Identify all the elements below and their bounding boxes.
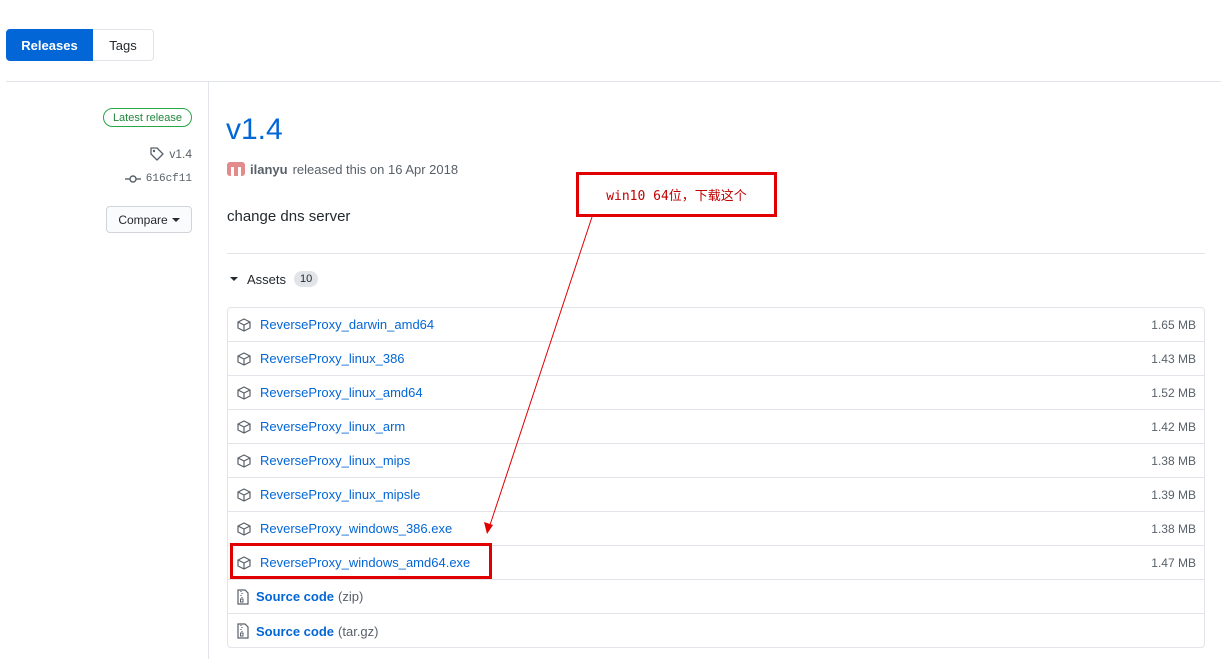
compare-button-label: Compare xyxy=(118,212,168,227)
asset-row: ReverseProxy_linux_386 1.43 MB xyxy=(228,342,1204,376)
release-author[interactable]: ilanyu xyxy=(250,162,288,177)
source-code-link[interactable]: Source code xyxy=(256,589,334,604)
sidebar-commit-label: 616cf11 xyxy=(145,173,192,185)
asset-row: ReverseProxy_darwin_amd64 1.65 MB xyxy=(228,308,1204,342)
file-zip-icon xyxy=(237,623,249,639)
annotation-note: win10 64位，下载这个 xyxy=(576,172,777,217)
asset-row: ReverseProxy_linux_mips 1.38 MB xyxy=(228,444,1204,478)
source-code-link[interactable]: Source code xyxy=(256,624,334,639)
compare-button[interactable]: Compare xyxy=(106,206,192,233)
package-icon xyxy=(237,351,251,366)
asset-link[interactable]: ReverseProxy_linux_amd64 xyxy=(260,385,1151,400)
latest-release-badge: Latest release xyxy=(103,108,192,127)
source-format: (zip) xyxy=(338,589,364,604)
asset-size: 1.38 MB xyxy=(1151,453,1196,468)
asset-size: 1.47 MB xyxy=(1151,555,1196,570)
package-icon xyxy=(237,453,251,468)
asset-link[interactable]: ReverseProxy_darwin_amd64 xyxy=(260,317,1151,332)
source-format: (tar.gz) xyxy=(338,623,379,639)
asset-row: ReverseProxy_windows_386.exe 1.38 MB xyxy=(228,512,1204,546)
asset-row: ReverseProxy_linux_amd64 1.52 MB xyxy=(228,376,1204,410)
sidebar-commit[interactable]: 616cf11 xyxy=(124,173,192,185)
tab-releases[interactable]: Releases xyxy=(6,29,93,61)
source-row: Source code (zip) xyxy=(228,580,1204,614)
asset-row: ReverseProxy_linux_arm 1.42 MB xyxy=(228,410,1204,444)
asset-link[interactable]: ReverseProxy_linux_386 xyxy=(260,351,1151,366)
commit-icon xyxy=(124,175,141,183)
release-date-text: released this on 16 Apr 2018 xyxy=(292,161,459,177)
assets-count-badge: 10 xyxy=(294,271,319,287)
asset-link[interactable]: ReverseProxy_linux_mipsle xyxy=(260,487,1151,502)
asset-row: ReverseProxy_linux_mipsle 1.39 MB xyxy=(228,478,1204,512)
asset-link[interactable]: ReverseProxy_linux_mips xyxy=(260,453,1151,468)
sidebar-divider xyxy=(208,82,209,659)
asset-size: 1.65 MB xyxy=(1151,317,1196,332)
source-row: Source code (tar.gz) xyxy=(228,614,1204,647)
sidebar-tag-label: v1.4 xyxy=(169,147,192,161)
package-icon xyxy=(237,385,251,400)
tag-icon xyxy=(150,147,164,161)
package-icon xyxy=(237,521,251,536)
top-divider xyxy=(6,81,1221,82)
tab-tags[interactable]: Tags xyxy=(93,29,154,61)
asset-size: 1.39 MB xyxy=(1151,487,1196,502)
avatar[interactable] xyxy=(227,161,245,177)
asset-link[interactable]: ReverseProxy_windows_386.exe xyxy=(260,521,1151,536)
asset-size: 1.42 MB xyxy=(1151,419,1196,434)
asset-size: 1.52 MB xyxy=(1151,385,1196,400)
asset-size: 1.38 MB xyxy=(1151,521,1196,536)
release-title[interactable]: v1.4 xyxy=(226,113,283,147)
caret-down-icon xyxy=(230,277,238,281)
asset-link[interactable]: ReverseProxy_linux_arm xyxy=(260,419,1151,434)
asset-size: 1.43 MB xyxy=(1151,351,1196,366)
sidebar-tag[interactable]: v1.4 xyxy=(149,146,192,162)
assets-divider xyxy=(227,253,1205,254)
assets-toggle[interactable]: Assets 10 xyxy=(229,271,319,287)
file-zip-icon xyxy=(237,588,249,605)
package-icon xyxy=(237,317,251,332)
package-icon xyxy=(237,487,251,502)
annotation-highlight xyxy=(230,543,492,579)
assets-list: ReverseProxy_darwin_amd64 1.65 MB Revers… xyxy=(227,307,1205,648)
release-description: change dns server xyxy=(227,208,351,225)
release-tabs: Releases Tags xyxy=(6,29,154,61)
assets-label: Assets xyxy=(247,271,287,287)
release-author-line: ilanyu released this on 16 Apr 2018 xyxy=(227,161,458,177)
package-icon xyxy=(237,419,251,434)
chevron-down-icon xyxy=(171,217,180,222)
